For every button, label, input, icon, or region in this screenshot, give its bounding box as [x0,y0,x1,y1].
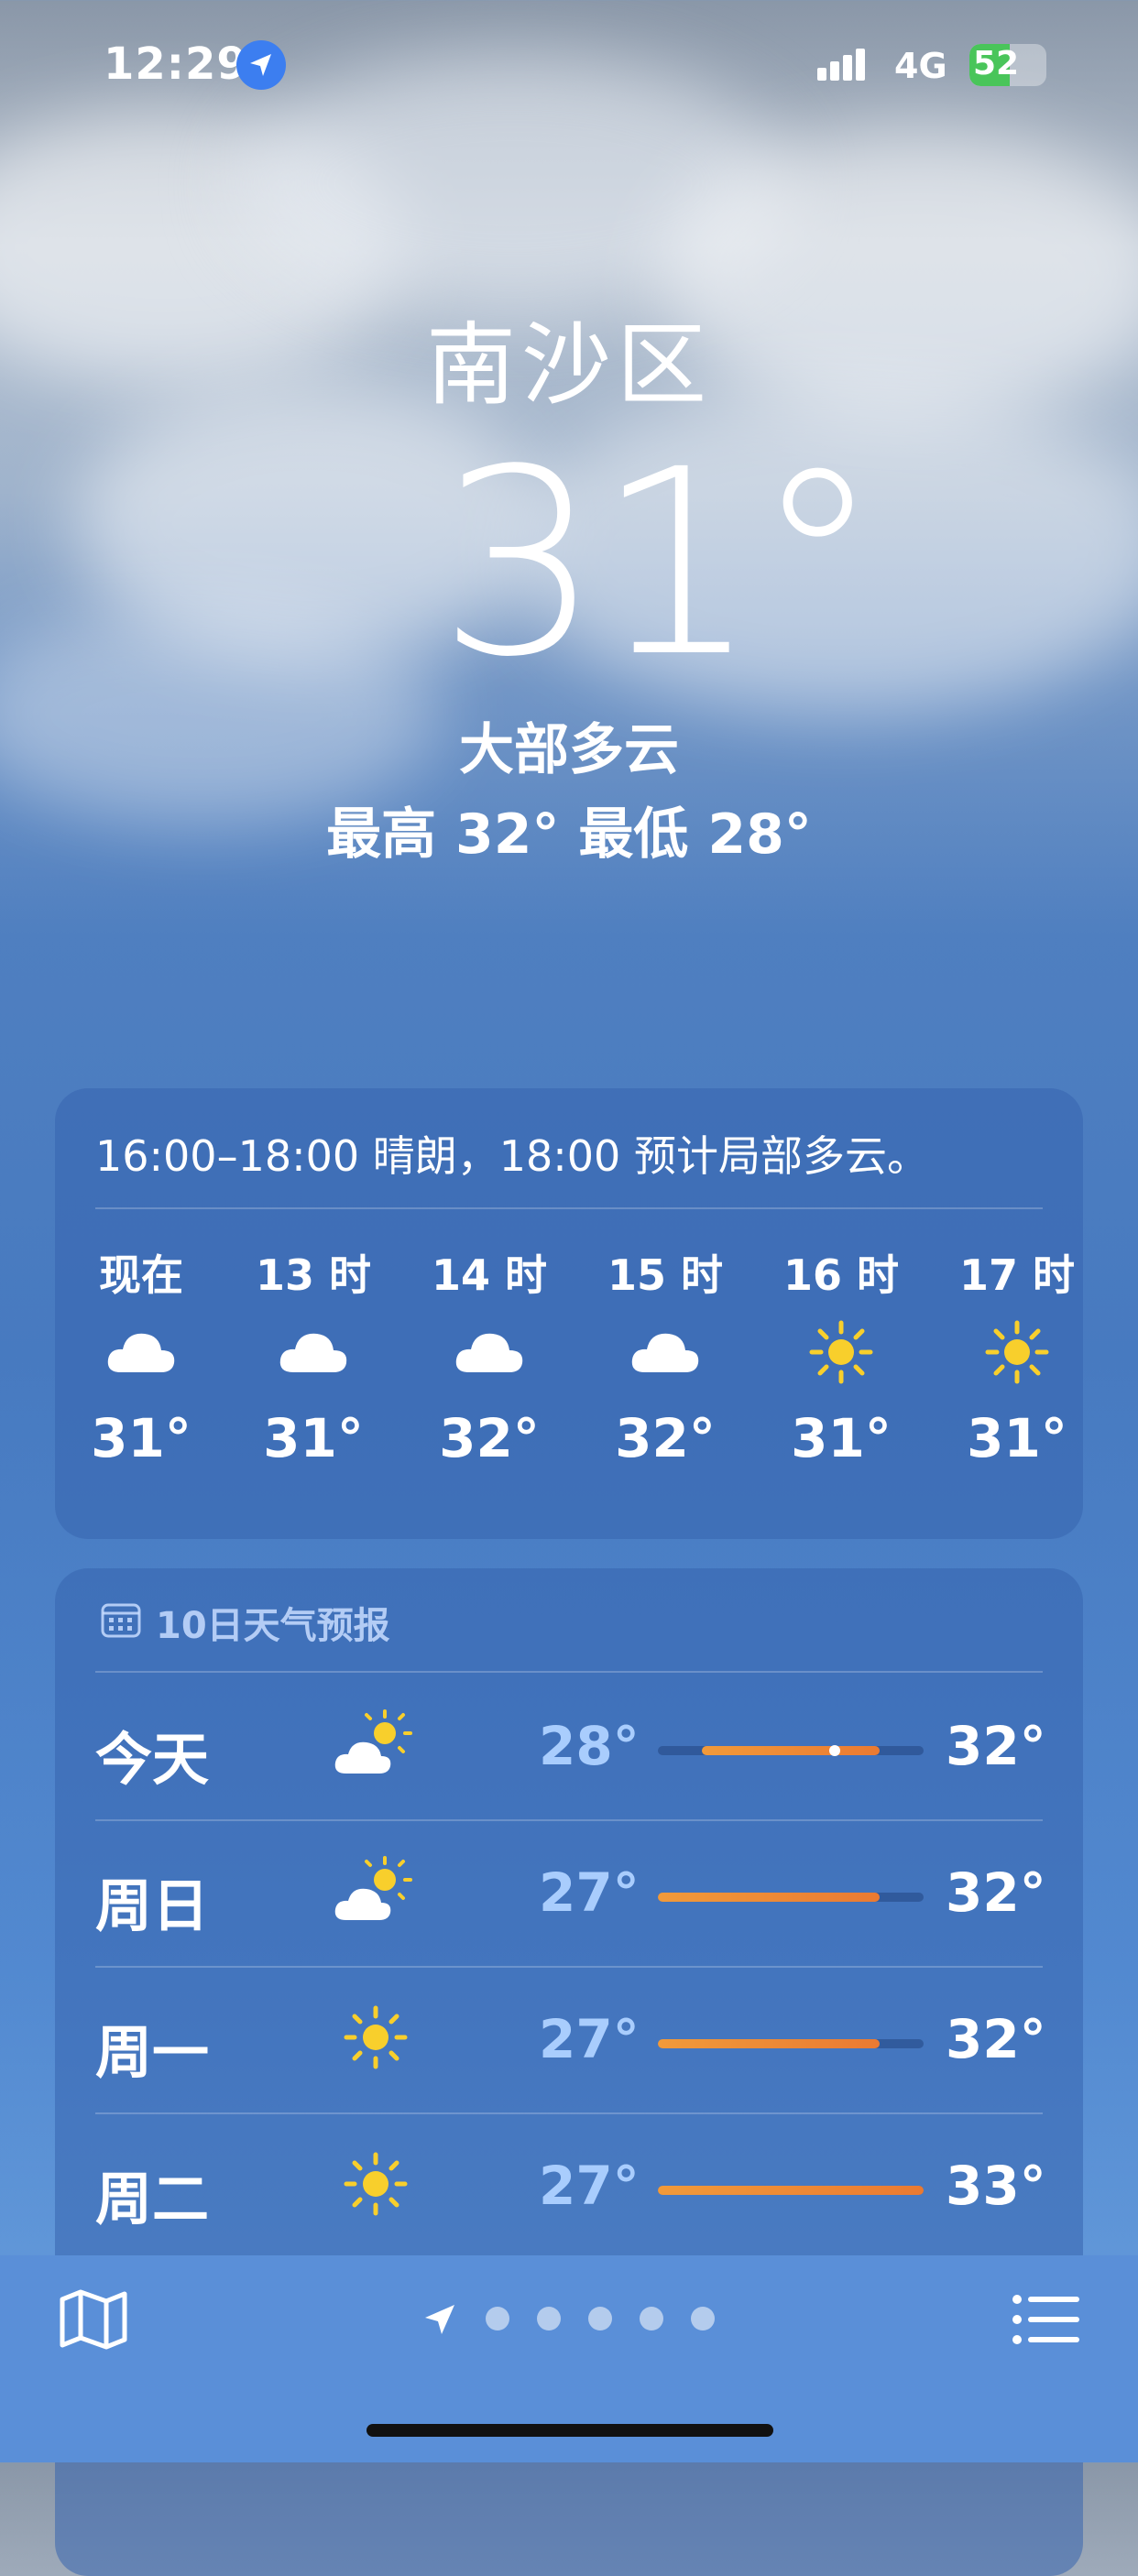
ten-day-title: 10日天气预报 [156,1605,390,1647]
status-time: 12:29 [104,38,248,90]
day-row[interactable]: 周二 27° 33° [55,2112,1083,2259]
cloud-icon [592,1297,739,1407]
day-row[interactable]: 周日 27° 32° [55,1819,1083,1966]
hour-label: 13 时 [255,1250,372,1300]
network-type: 4G [894,46,947,86]
hour-temperature: 31° [791,1407,892,1469]
day-high: 32° [946,2008,1046,2070]
calendar-icon [101,1603,141,1638]
day-low: 27° [539,1861,640,1924]
page-dot[interactable] [537,2307,561,2330]
hour-label: 15 时 [607,1250,724,1300]
home-indicator [367,2424,773,2437]
day-name: 今天 [95,1726,210,1793]
hour-temperature: 31° [967,1407,1067,1469]
high-low-temperature: 最高 32° 最低 28° [326,802,812,867]
bottom-toolbar [0,2255,1138,2462]
current-condition: 大部多云 [459,718,679,782]
day-low: 28° [539,1715,640,1777]
battery-indicator: 52 [969,44,1046,86]
day-name: 周日 [95,1872,210,1939]
city-name: 南沙区 [425,313,712,418]
hour-label: 14 时 [431,1250,548,1300]
cloud-icon [416,1297,563,1407]
hourly-forecast-panel[interactable]: 16:00–18:00 晴朗，18:00 预计局部多云。 现在 31° 13 时… [55,1088,1083,1539]
temperature-range-bar [658,1745,924,1756]
current-temperature: 31° [438,415,881,714]
page-dot[interactable] [640,2307,663,2330]
battery-percent: 52 [973,45,1020,82]
hour-temperature: 32° [615,1407,716,1469]
day-row[interactable]: 周一 27° 32° [55,1966,1083,2112]
hour-temperature: 31° [263,1407,364,1469]
temperature-range-bar [658,2186,924,2195]
page-dot[interactable] [691,2307,715,2330]
hour-temperature: 31° [91,1407,191,1469]
hour-label: 现在 [99,1250,183,1300]
day-name: 周一 [95,2019,210,2086]
cloud-icon [240,1297,387,1407]
day-row[interactable]: 今天 28° 32° [55,1673,1083,1819]
sun-icon [344,2152,408,2216]
hourly-item: 15 时 32° [592,1242,739,1469]
page-dot[interactable] [588,2307,612,2330]
hour-temperature: 32° [439,1407,540,1469]
sun-icon [344,2005,408,2069]
page-indicator[interactable] [421,2296,733,2341]
sun-icon [944,1297,1083,1407]
hour-label: 17 时 [958,1250,1076,1300]
hourly-item: 14 时 32° [416,1242,563,1469]
partly-sunny-icon [334,1856,412,1920]
day-low: 27° [539,2008,640,2070]
day-name: 周二 [95,2166,210,2232]
day-high: 32° [946,1861,1046,1924]
signal-icon [817,49,865,81]
temperature-range-fill [658,1893,880,1902]
temperature-range-fill [658,2039,880,2048]
hourly-item: 13 时 31° [240,1242,387,1469]
partly-sunny-icon [334,1709,412,1774]
sun-icon [768,1297,914,1407]
location-arrow-icon [425,2305,454,2334]
list-icon[interactable] [1012,2292,1081,2347]
hourly-item: 现在 31° [68,1242,214,1469]
cloud-icon [68,1297,214,1407]
hourly-item: 17 时 31° [944,1242,1083,1469]
temperature-range-bar [658,1893,924,1902]
forecast-summary: 16:00–18:00 晴朗，18:00 预计局部多云。 [95,1131,929,1181]
day-low: 27° [539,2155,640,2217]
day-high: 33° [946,2155,1046,2217]
day-high: 32° [946,1715,1046,1777]
temperature-range-fill [658,2186,924,2195]
page-dot[interactable] [486,2307,509,2330]
hourly-item: 16 时 31° [768,1242,914,1469]
map-icon[interactable] [57,2283,130,2356]
temperature-range-bar [658,2039,924,2048]
hour-label: 16 时 [782,1250,900,1300]
temperature-range-fill [702,1746,880,1755]
status-bar: 12:29 4G 52 [0,0,1138,137]
current-weather-header: 南沙区 31° 大部多云 最高 32° 最低 28° [0,313,1138,867]
divider [95,1207,1043,1209]
location-arrow-icon [236,40,286,90]
